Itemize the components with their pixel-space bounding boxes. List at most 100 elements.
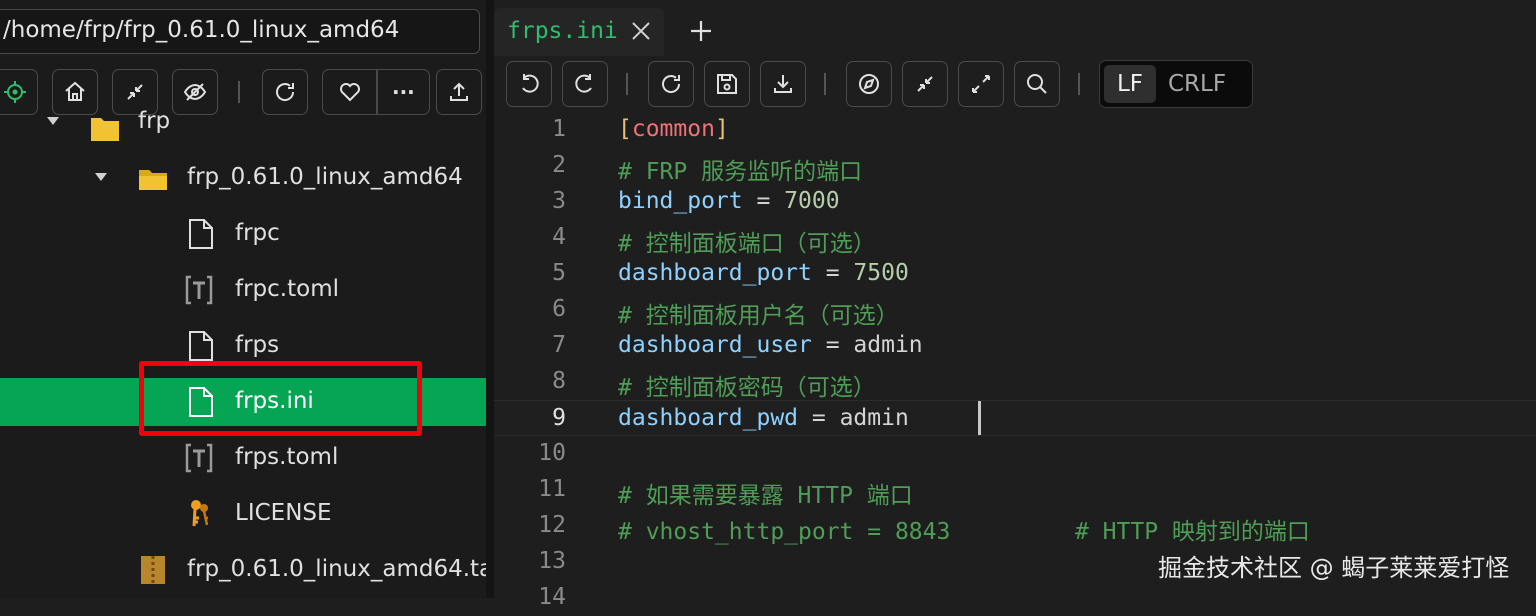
toml-file-icon: [185, 275, 213, 305]
tree-item-label: frps.toml: [235, 444, 339, 470]
expand-icon: [972, 75, 990, 93]
comment: # 控制面板端口（可选）: [618, 231, 876, 257]
watermark: 掘金技术社区 @ 蝎子莱莱爱打怪: [1158, 554, 1510, 582]
key-icon: [191, 500, 209, 527]
code-line[interactable]: 8 # 控制面板密码（可选）: [494, 364, 1536, 401]
line-number: 5: [552, 260, 566, 286]
tree-item-frpc[interactable]: frpc: [0, 210, 486, 258]
key: bind_port: [618, 188, 743, 214]
tree-item-frp-folder[interactable]: frp_0.61.0_linux_amd64: [0, 154, 486, 202]
key: dashboard_user: [618, 332, 812, 358]
tab-frps-ini[interactable]: frps.ini: [494, 8, 664, 56]
value: admin: [853, 332, 923, 358]
search-icon: [1027, 74, 1047, 94]
code-line[interactable]: 5 dashboard_port = 7500: [494, 256, 1536, 292]
code-line[interactable]: 1 [common]: [494, 112, 1536, 148]
text-cursor: [978, 401, 981, 435]
file-icon: [189, 331, 213, 361]
tree-item-label: LICENSE: [235, 500, 332, 526]
line-number: 14: [538, 584, 566, 610]
line-number: 3: [552, 188, 566, 214]
tree-item-frp[interactable]: frp: [0, 102, 486, 150]
code-line[interactable]: 2 # FRP 服务监听的端口: [494, 148, 1536, 185]
folder-icon: [139, 170, 167, 190]
line-number: 12: [538, 512, 566, 538]
bracket: ]: [714, 116, 729, 142]
undo-button[interactable]: [506, 61, 552, 107]
file-explorer-panel: /home/frp/frp_0.61.0_linux_amd64 ··· frp: [0, 0, 486, 598]
comment: # 控制面板密码（可选）: [618, 375, 876, 401]
code-line[interactable]: 7 dashboard_user = admin: [494, 328, 1536, 364]
tree-item-license[interactable]: LICENSE: [0, 490, 486, 538]
operator: =: [811, 260, 854, 286]
more-button[interactable]: ···: [378, 80, 429, 104]
line-number: 6: [552, 296, 566, 322]
save-button[interactable]: [704, 61, 750, 107]
reload-button[interactable]: [648, 61, 694, 107]
key: dashboard_pwd: [618, 405, 799, 431]
eol-lf-option[interactable]: LF: [1104, 65, 1156, 103]
toolbar-separator: [1078, 73, 1080, 95]
navigate-button[interactable]: [846, 61, 892, 107]
tree-item-label: frps: [235, 332, 280, 358]
tree-item-label: frpc.toml: [235, 276, 339, 302]
tab-label: frps.ini: [507, 18, 618, 44]
code-line[interactable]: 6 # 控制面板用户名（可选）: [494, 292, 1536, 329]
tree-item-frps-toml[interactable]: frps.toml: [0, 434, 486, 482]
path-text: /home/frp/frp_0.61.0_linux_amd64: [3, 17, 400, 43]
caret-down-icon[interactable]: [94, 172, 108, 182]
expand-button[interactable]: [958, 61, 1004, 107]
more-icon: ···: [391, 80, 415, 104]
tree-item-frpc-toml[interactable]: frpc.toml: [0, 266, 486, 314]
value: 7000: [784, 188, 840, 214]
tree-item-archive[interactable]: frp_0.61.0_linux_amd64.tar: [0, 546, 486, 594]
value: 7500: [853, 260, 909, 286]
comment: # FRP 服务监听的端口: [618, 159, 863, 185]
line-ending-toggle: LF CRLF: [1099, 60, 1253, 108]
code-line[interactable]: 12 # vhost_http_port = 8843 # HTTP 映射到的端…: [494, 508, 1536, 545]
pane-divider[interactable]: [486, 0, 494, 598]
folder-icon: [91, 118, 119, 141]
redo-icon: [575, 74, 592, 93]
key: dashboard_port: [618, 260, 812, 286]
search-button[interactable]: [1014, 61, 1060, 107]
code-line[interactable]: 4 # 控制面板端口（可选）: [494, 220, 1536, 257]
redo-button[interactable]: [562, 61, 608, 107]
line-content: bind_port = 7000: [618, 188, 840, 214]
code-line-active[interactable]: 9 dashboard_pwd = admin: [494, 400, 1536, 436]
save-icon: [717, 74, 737, 94]
operator: =: [798, 405, 840, 431]
line-number: 8: [552, 368, 566, 394]
caret-down-icon[interactable]: [46, 116, 60, 126]
eol-crlf-option[interactable]: CRLF: [1168, 65, 1226, 103]
tree-item-label: frpc: [235, 220, 280, 246]
add-tab-icon[interactable]: [690, 20, 712, 42]
comment: # 如果需要暴露 HTTP 端口: [618, 483, 913, 509]
download-button[interactable]: [760, 61, 806, 107]
compass-icon: [859, 74, 879, 94]
code-line[interactable]: 3 bind_port = 7000: [494, 184, 1536, 220]
reload-icon: [662, 75, 681, 93]
code-line[interactable]: 14: [494, 580, 1536, 616]
path-field[interactable]: /home/frp/frp_0.61.0_linux_amd64: [0, 9, 480, 54]
archive-icon: [141, 556, 165, 584]
collapse-button[interactable]: [902, 61, 948, 107]
code-line[interactable]: 11 # 如果需要暴露 HTTP 端口: [494, 472, 1536, 509]
line-content: dashboard_pwd = admin: [618, 405, 909, 431]
operator: =: [742, 188, 785, 214]
undo-icon: [522, 74, 539, 93]
tree-item-label: frp_0.61.0_linux_amd64: [187, 164, 463, 190]
close-icon[interactable]: [630, 20, 652, 42]
line-content: dashboard_port = 7500: [618, 260, 909, 286]
toolbar-separator: [238, 81, 240, 103]
code-editor: frps.ini LF CRLF 1 [common] 2 # FRP 服务监听…: [494, 0, 1536, 610]
line-number: 4: [552, 224, 566, 250]
comment: # vhost_http_port = 8843 # HTTP 映射到的端口: [618, 519, 1310, 545]
operator: =: [811, 332, 854, 358]
download-icon: [774, 75, 792, 93]
line-content: dashboard_user = admin: [618, 332, 923, 358]
code-line[interactable]: 10: [494, 436, 1536, 472]
toolbar-separator: [824, 73, 826, 95]
highlight-box: [139, 361, 422, 436]
line-number: 9: [552, 405, 566, 431]
